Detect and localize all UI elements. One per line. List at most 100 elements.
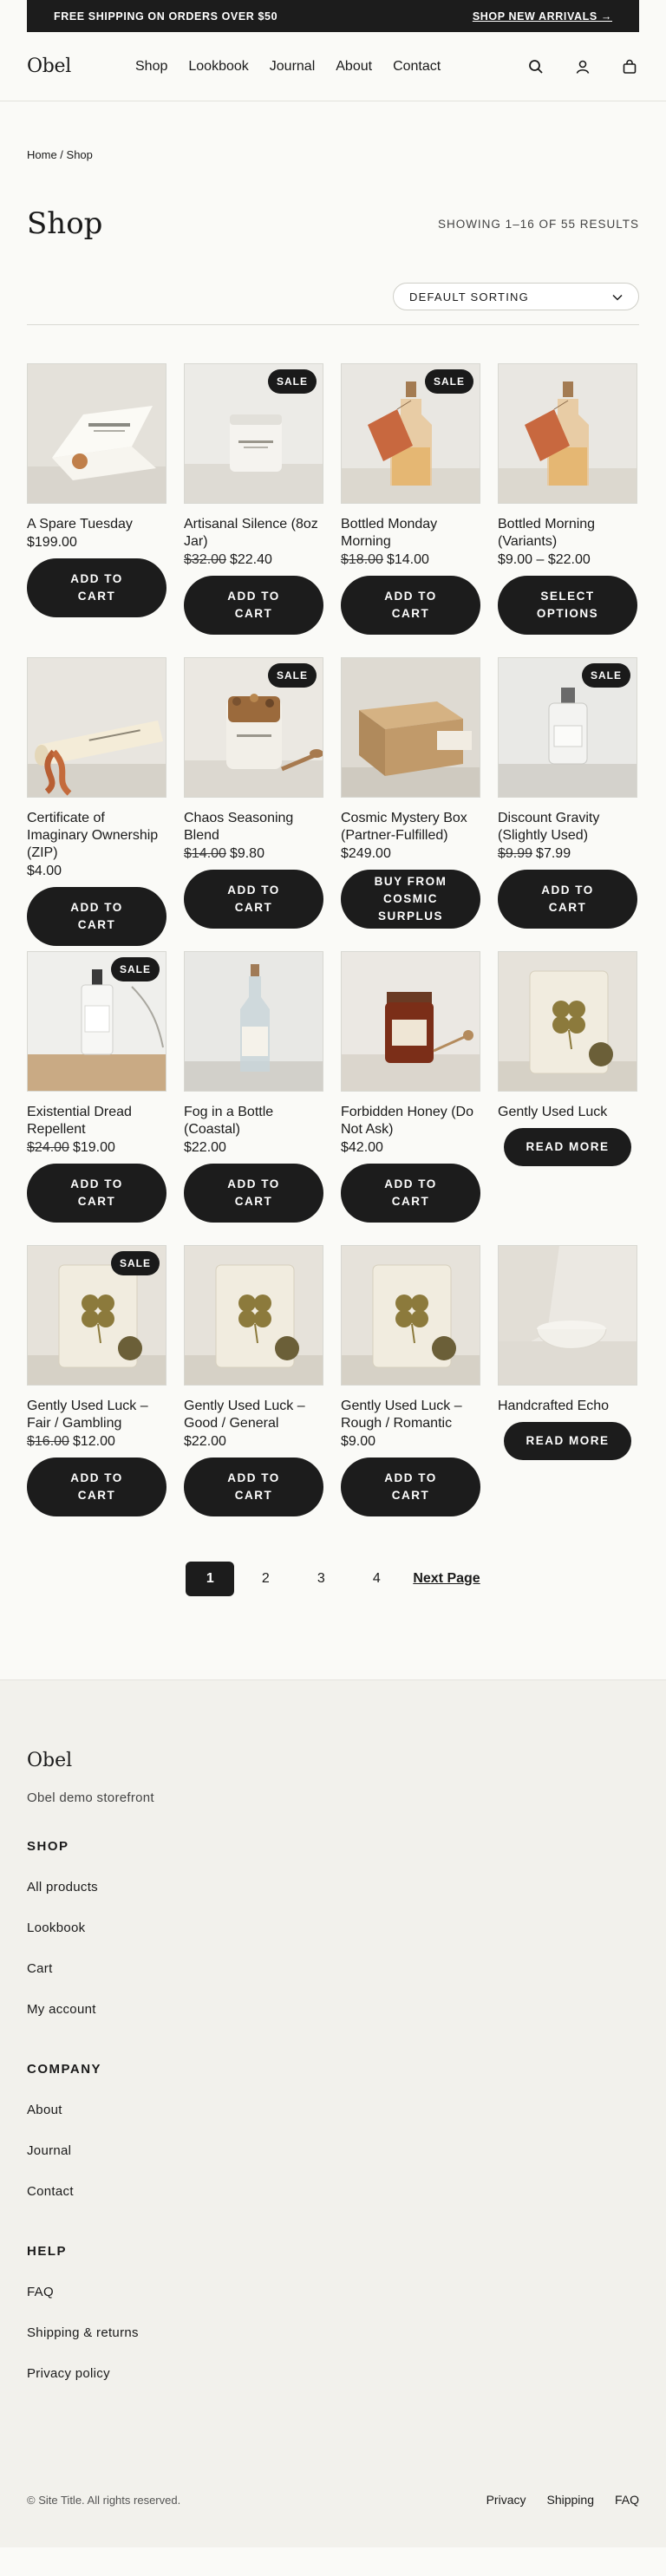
product-image[interactable] xyxy=(341,657,480,798)
product-card: Bottled Morning (Variants) $9.00 – $22.00… xyxy=(498,363,637,657)
add-to-cart-button[interactable]: ADD TO CART xyxy=(27,558,166,617)
legal-link-privacy[interactable]: Privacy xyxy=(486,2493,526,2507)
product-name[interactable]: Gently Used Luck – Rough / Romantic xyxy=(341,1398,480,1432)
product-image[interactable] xyxy=(498,363,637,504)
product-image[interactable] xyxy=(498,1245,637,1386)
footer-link-shipping-returns[interactable]: Shipping & returns xyxy=(27,2325,639,2340)
original-price: $16.00 xyxy=(27,1434,69,1449)
announcement-text: FREE SHIPPING ON ORDERS OVER $50 xyxy=(54,10,278,23)
copyright-text: © Site Title. All rights reserved. xyxy=(27,2493,181,2507)
footer-link-privacy-policy[interactable]: Privacy policy xyxy=(27,2366,639,2381)
product-image[interactable]: SALE xyxy=(27,1245,166,1386)
nav-lookbook[interactable]: Lookbook xyxy=(188,59,248,75)
product-name[interactable]: Handcrafted Echo xyxy=(498,1398,637,1415)
add-to-cart-button[interactable]: ADD TO CART xyxy=(341,1164,480,1223)
read-more-button[interactable]: READ MORE xyxy=(504,1422,631,1460)
add-to-cart-button[interactable]: ADD TO CART xyxy=(341,576,480,635)
legal-link-faq[interactable]: FAQ xyxy=(615,2493,639,2507)
sale-badge: SALE xyxy=(581,663,630,688)
footer-link-faq[interactable]: FAQ xyxy=(27,2285,639,2299)
footer-link-contact[interactable]: Contact xyxy=(27,2184,639,2199)
product-name[interactable]: Cosmic Mystery Box (Partner-Fulfilled) xyxy=(341,810,480,845)
product-image[interactable] xyxy=(498,951,637,1092)
product-name[interactable]: Bottled Morning (Variants) xyxy=(498,516,637,551)
footer-tagline: Obel demo storefront xyxy=(27,1790,154,1805)
product-name[interactable]: Gently Used Luck – Good / General xyxy=(184,1398,323,1432)
sale-badge: SALE xyxy=(110,957,160,981)
product-price: $16.00 $12.00 xyxy=(27,1433,166,1451)
page-2-link[interactable]: 2 xyxy=(241,1562,290,1596)
product-card: SALE Bottled Monday Morning $18.00 $14.00 AD… xyxy=(341,363,480,657)
product-name[interactable]: Existential Dread Repellent xyxy=(27,1104,166,1138)
product-image[interactable]: SALE xyxy=(184,657,323,798)
current-price: $4.00 xyxy=(27,864,62,878)
footer-help-heading: HELP xyxy=(27,2244,68,2259)
product-name[interactable]: Gently Used Luck – Fair / Gambling xyxy=(27,1398,166,1432)
add-to-cart-button[interactable]: ADD TO CART xyxy=(27,1458,166,1516)
product-name[interactable]: Gently Used Luck xyxy=(498,1104,637,1121)
product-name[interactable]: Fog in a Bottle (Coastal) xyxy=(184,1104,323,1138)
footer-link-about[interactable]: About xyxy=(27,2103,639,2117)
product-image[interactable] xyxy=(184,951,323,1092)
account-icon[interactable] xyxy=(573,57,592,76)
search-icon[interactable] xyxy=(526,57,545,76)
sort-selected-value: DEFAULT SORTING xyxy=(409,290,529,303)
nav-shop[interactable]: Shop xyxy=(135,59,167,75)
product-name[interactable]: Certificate of Imaginary Ownership (ZIP) xyxy=(27,810,166,862)
footer-logo[interactable]: Obel xyxy=(27,1680,639,1771)
current-price: $14.00 xyxy=(386,552,429,567)
breadcrumb-home[interactable]: Home xyxy=(27,148,57,161)
page-1-link[interactable]: 1 xyxy=(186,1562,235,1596)
cart-icon[interactable] xyxy=(620,57,639,76)
breadcrumb: Home / Shop xyxy=(27,148,639,161)
product-image[interactable]: SALE xyxy=(27,951,166,1092)
legal-link-shipping[interactable]: Shipping xyxy=(546,2493,594,2507)
footer-link-all-products[interactable]: All products xyxy=(27,1880,639,1895)
sort-select[interactable]: DEFAULT SORTING xyxy=(393,283,639,310)
nav-contact[interactable]: Contact xyxy=(393,59,441,75)
add-to-cart-button[interactable]: ADD TO CART xyxy=(341,1458,480,1516)
add-to-cart-button[interactable]: ADD TO CART xyxy=(184,1164,323,1223)
page-4-link[interactable]: 4 xyxy=(352,1562,401,1596)
add-to-cart-button[interactable]: ADD TO CART xyxy=(498,870,637,929)
product-name[interactable]: Chaos Seasoning Blend xyxy=(184,810,323,845)
next-page-link[interactable]: Next Page xyxy=(413,1571,480,1587)
breadcrumb-current: Shop xyxy=(66,148,93,161)
nav-journal[interactable]: Journal xyxy=(270,59,315,75)
product-image[interactable] xyxy=(27,363,166,504)
product-price: $14.00 $9.80 xyxy=(184,845,323,863)
product-image[interactable] xyxy=(27,657,166,798)
footer-link-lookbook[interactable]: Lookbook xyxy=(27,1921,639,1935)
sale-badge: SALE xyxy=(110,1251,160,1275)
add-to-cart-button[interactable]: ADD TO CART xyxy=(184,1458,323,1516)
product-image[interactable] xyxy=(184,1245,323,1386)
product-name[interactable]: Discount Gravity (Slightly Used) xyxy=(498,810,637,845)
product-image[interactable]: SALE xyxy=(498,657,637,798)
original-price: $14.00 xyxy=(184,846,226,861)
product-image[interactable] xyxy=(341,1245,480,1386)
product-name[interactable]: Artisanal Silence (8oz Jar) xyxy=(184,516,323,551)
page-3-link[interactable]: 3 xyxy=(297,1562,345,1596)
buy-from-cosmic-surplus-button[interactable]: BUY FROM COSMIC SURPLUS xyxy=(341,870,480,929)
read-more-button[interactable]: READ MORE xyxy=(504,1128,631,1166)
current-price: $42.00 xyxy=(341,1140,383,1155)
nav-about[interactable]: About xyxy=(336,59,372,75)
product-card: SALE Gently Used Luck – Fair / Gambling $1… xyxy=(27,1245,166,1539)
product-image[interactable]: SALE xyxy=(184,363,323,504)
footer-link-cart[interactable]: Cart xyxy=(27,1961,639,1976)
current-price: $9.80 xyxy=(229,846,264,861)
footer-link-journal[interactable]: Journal xyxy=(27,2143,639,2158)
product-name[interactable]: A Spare Tuesday xyxy=(27,516,166,533)
add-to-cart-button[interactable]: ADD TO CART xyxy=(27,887,166,946)
product-name[interactable]: Bottled Monday Morning xyxy=(341,516,480,551)
add-to-cart-button[interactable]: ADD TO CART xyxy=(184,870,323,929)
product-image[interactable]: SALE xyxy=(341,363,480,504)
footer-link-my-account[interactable]: My account xyxy=(27,2002,639,2017)
shop-new-arrivals-link[interactable]: SHOP NEW ARRIVALS → xyxy=(473,10,612,23)
product-name[interactable]: Forbidden Honey (Do Not Ask) xyxy=(341,1104,480,1138)
site-logo[interactable]: Obel xyxy=(27,55,135,77)
add-to-cart-button[interactable]: ADD TO CART xyxy=(27,1164,166,1223)
select-options-button[interactable]: SELECT OPTIONS xyxy=(498,576,637,635)
product-image[interactable] xyxy=(341,951,480,1092)
add-to-cart-button[interactable]: ADD TO CART xyxy=(184,576,323,635)
